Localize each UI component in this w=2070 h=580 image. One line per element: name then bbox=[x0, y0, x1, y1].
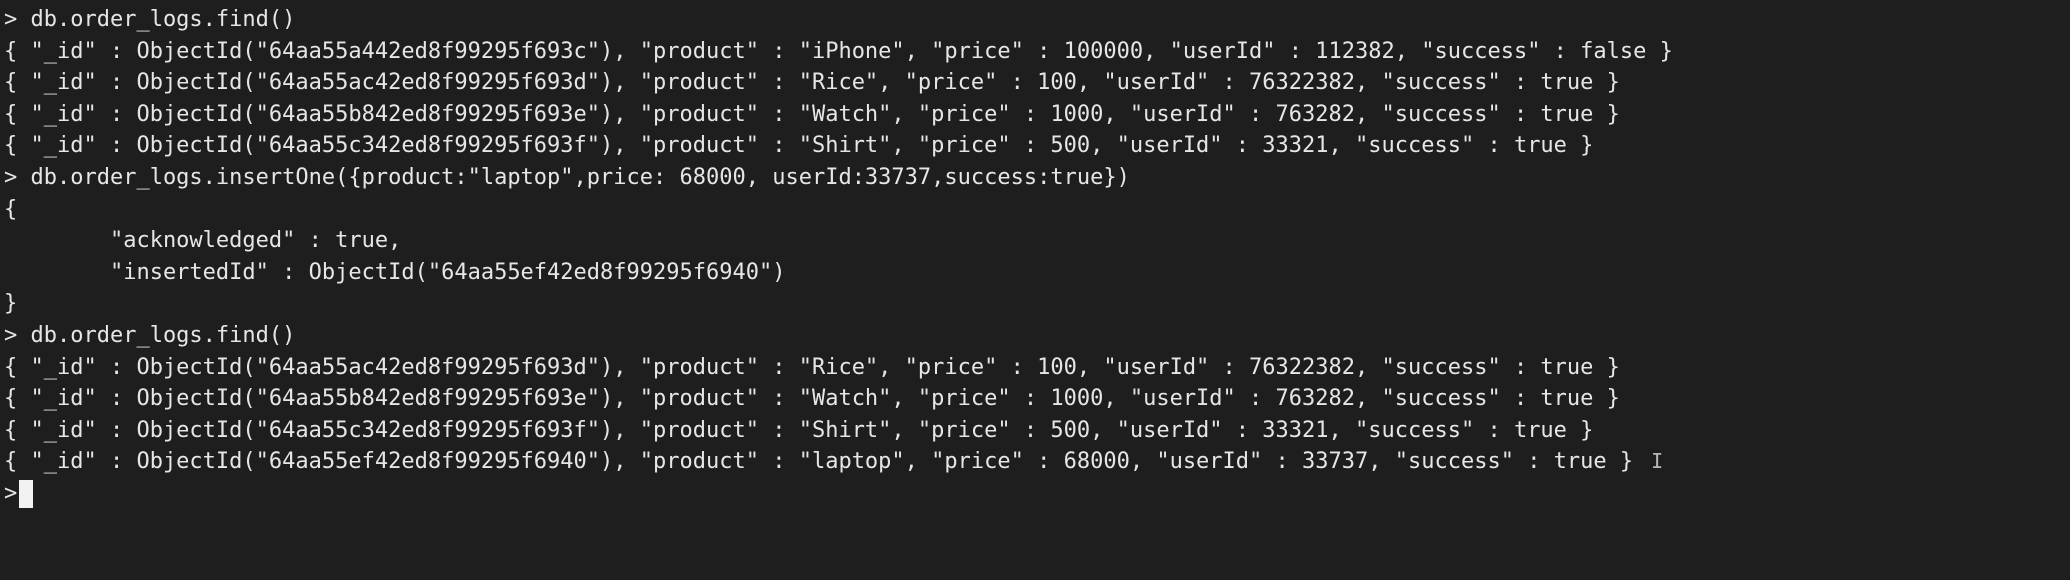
output-line: { "_id" : ObjectId("64aa55b842ed8f99295f… bbox=[4, 386, 1620, 412]
output-line: "insertedId" : ObjectId("64aa55ef42ed8f9… bbox=[4, 259, 786, 285]
output-line: { "_id" : ObjectId("64aa55a442ed8f99295f… bbox=[4, 38, 1673, 64]
output-line-last: { "_id" : ObjectId("64aa55ef42ed8f99295f… bbox=[4, 446, 2070, 478]
command-line: > db.order_logs.find() bbox=[4, 322, 296, 348]
output-line: "acknowledged" : true, bbox=[4, 228, 402, 254]
output-line: { "_id" : ObjectId("64aa55c342ed8f99295f… bbox=[4, 133, 1594, 159]
output-line: } bbox=[4, 291, 18, 317]
terminal-window[interactable]: > db.order_logs.find() { "_id" : ObjectI… bbox=[0, 4, 2070, 580]
command-line: > db.order_logs.find() bbox=[4, 7, 296, 32]
output-line-text: { "_id" : ObjectId("64aa55ef42ed8f99295f… bbox=[4, 449, 1634, 475]
output-line: { "_id" : ObjectId("64aa55ac42ed8f99295f… bbox=[4, 354, 1620, 380]
prompt-symbol: > bbox=[4, 480, 18, 506]
active-prompt[interactable]: > bbox=[4, 478, 2070, 510]
output-line: { bbox=[4, 196, 18, 222]
output-line: { "_id" : ObjectId("64aa55c342ed8f99295f… bbox=[4, 417, 1594, 443]
command-line: > db.order_logs.insertOne({product:"lapt… bbox=[4, 164, 1130, 190]
output-line: { "_id" : ObjectId("64aa55b842ed8f99295f… bbox=[4, 101, 1620, 127]
output-line: { "_id" : ObjectId("64aa55ac42ed8f99295f… bbox=[4, 70, 1620, 96]
text-ibeam-cursor-icon: I bbox=[1651, 449, 1664, 474]
block-cursor-icon bbox=[19, 479, 34, 508]
